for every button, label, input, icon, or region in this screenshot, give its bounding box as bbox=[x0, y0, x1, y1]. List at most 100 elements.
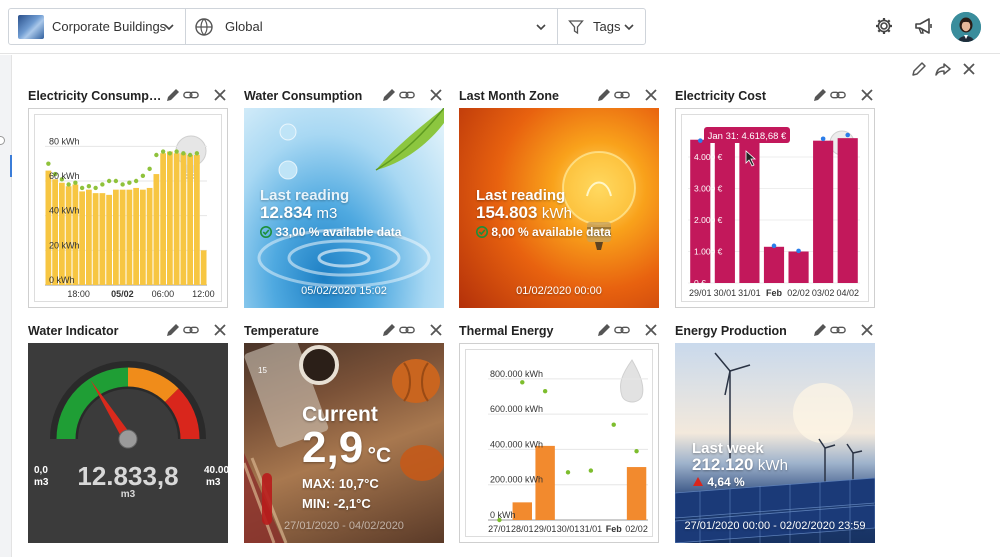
data-point bbox=[73, 180, 78, 185]
link-icon[interactable] bbox=[614, 322, 630, 338]
pencil-icon[interactable] bbox=[596, 87, 612, 103]
link-icon[interactable] bbox=[830, 322, 846, 338]
share-dashboard-icon[interactable] bbox=[935, 61, 951, 77]
bar bbox=[52, 179, 58, 285]
close-icon[interactable] bbox=[212, 87, 228, 103]
max-temperature: MAX: 10,7°C bbox=[302, 476, 379, 491]
widget-body[interactable]: Last week 212.120 kWh 4,64 % 27/01/2020 … bbox=[675, 343, 875, 543]
link-icon[interactable] bbox=[183, 322, 199, 338]
link-icon[interactable] bbox=[614, 87, 630, 103]
bar bbox=[173, 153, 180, 285]
data-point bbox=[820, 136, 826, 142]
bar bbox=[99, 193, 106, 285]
close-icon[interactable] bbox=[428, 87, 444, 103]
y-tick-label: 0 kWh bbox=[490, 510, 516, 520]
bar bbox=[72, 184, 79, 285]
close-icon[interactable] bbox=[859, 322, 875, 338]
y-tick-label: 20 kWh bbox=[49, 240, 80, 250]
pencil-icon[interactable] bbox=[812, 322, 828, 338]
x-tick-label: Feb bbox=[766, 288, 783, 298]
last-reading-label: Last reading bbox=[476, 187, 566, 204]
widget-body[interactable]: 15 Current 2,9 °C MAX: 10,7°C MIN: -2,1°… bbox=[244, 343, 444, 543]
y-tick-label: 2.000 € bbox=[694, 215, 723, 225]
data-point bbox=[100, 182, 105, 187]
data-point bbox=[194, 151, 200, 156]
data-point bbox=[140, 173, 146, 178]
tags-selector[interactable]: Tags bbox=[557, 8, 646, 45]
y-tick-label: 3.000 € bbox=[694, 184, 723, 194]
widget-body[interactable]: Last reading 12.834 m3 33,00 % available… bbox=[244, 108, 444, 308]
widget-body[interactable]: Last reading 154.803 kWh 8,00 % availabl… bbox=[459, 108, 659, 308]
data-point bbox=[46, 161, 51, 166]
pencil-icon[interactable] bbox=[165, 322, 181, 338]
link-icon[interactable] bbox=[183, 87, 199, 103]
pencil-icon[interactable] bbox=[381, 322, 397, 338]
close-icon[interactable] bbox=[643, 87, 659, 103]
pencil-icon[interactable] bbox=[381, 87, 397, 103]
data-point bbox=[66, 182, 71, 187]
close-dashboard-icon[interactable] bbox=[961, 61, 977, 77]
y-tick-label: 0 € bbox=[694, 278, 706, 288]
reading-date: 01/02/2020 00:00 bbox=[516, 285, 602, 297]
link-icon[interactable] bbox=[830, 87, 846, 103]
x-tick-label: 18:00 bbox=[67, 289, 90, 299]
rail-handle-icon[interactable] bbox=[0, 136, 5, 145]
x-tick-label: 02/02 bbox=[625, 524, 648, 534]
data-point bbox=[520, 380, 525, 385]
bar bbox=[180, 153, 187, 285]
bar bbox=[133, 187, 139, 285]
close-icon[interactable] bbox=[428, 322, 444, 338]
close-icon[interactable] bbox=[643, 322, 659, 338]
electricity-cost-chart[interactable]: € 0 €1.000 €2.000 €3.000 €4.000 € 29/013… bbox=[682, 115, 868, 301]
last-reading-label: Last reading bbox=[260, 187, 350, 204]
bar bbox=[626, 467, 647, 520]
chart-frame: 0 kWh 20 kWh 40 kWh 60 kWh 80 kWh 18:00 05/02… bbox=[34, 114, 222, 302]
temperature-date-range: 27/01/2020 - 04/02/2020 bbox=[284, 520, 404, 532]
y-tick-label: 600.000 kWh bbox=[490, 404, 543, 414]
pencil-icon[interactable] bbox=[812, 87, 828, 103]
pencil-icon[interactable] bbox=[165, 87, 181, 103]
reading-unit: m3 bbox=[316, 205, 338, 222]
edit-dashboard-pencil-icon[interactable] bbox=[911, 61, 927, 77]
production-date-range: 27/01/2020 00:00 - 02/02/2020 23:59 bbox=[684, 520, 866, 532]
scope-selector[interactable]: Global bbox=[185, 8, 558, 45]
data-point bbox=[127, 180, 132, 185]
user-avatar[interactable] bbox=[951, 12, 981, 42]
link-icon[interactable] bbox=[399, 322, 415, 338]
pencil-icon[interactable] bbox=[596, 322, 612, 338]
x-tick-label: 29/01 bbox=[534, 524, 557, 534]
electricity-consumption-chart[interactable]: 0 kWh 20 kWh 40 kWh 60 kWh 80 kWh 18:00 05/02… bbox=[35, 115, 221, 301]
close-icon[interactable] bbox=[212, 322, 228, 338]
reading-date: 05/02/2020 15:02 bbox=[301, 285, 387, 297]
bar bbox=[200, 250, 207, 285]
chart-frame: € 0 €1.000 €2.000 €3.000 €4.000 € 29/013… bbox=[681, 114, 869, 302]
top-bar: Corporate Buildings Global Tags bbox=[0, 0, 1000, 54]
warning-triangle-icon bbox=[693, 477, 703, 486]
bar bbox=[187, 155, 193, 285]
building-selector[interactable]: Corporate Buildings bbox=[8, 8, 186, 45]
x-tick-label: 31/01 bbox=[738, 288, 761, 298]
widget-body[interactable]: 0,0 m3 40.00 m3 12.833,8 m3 bbox=[28, 343, 228, 543]
close-icon[interactable] bbox=[859, 87, 875, 103]
gear-icon[interactable] bbox=[874, 16, 894, 36]
user-portrait bbox=[951, 12, 981, 42]
availability-row: 33,00 % available data bbox=[260, 225, 401, 239]
x-tick-label: 04/02 bbox=[836, 288, 859, 298]
reading-number: 12.834 bbox=[260, 203, 312, 222]
widget-title: Thermal Energy bbox=[459, 324, 554, 338]
data-point bbox=[771, 243, 777, 249]
reading-value: 12.834 m3 bbox=[260, 203, 337, 223]
link-icon[interactable] bbox=[399, 87, 415, 103]
x-tick-label: 30/01 bbox=[714, 288, 737, 298]
chevron-down-icon bbox=[624, 24, 634, 31]
x-tick-label: 12:00 bbox=[192, 289, 215, 299]
water-gauge: 0,0 m3 40.00 m3 12.833,8 m3 bbox=[34, 361, 228, 500]
data-point bbox=[174, 149, 179, 154]
megaphone-icon[interactable] bbox=[914, 16, 934, 36]
tags-selector-label: Tags bbox=[593, 19, 621, 34]
thermal-energy-chart[interactable]: 0 kWh 200.000 kWh 400.000 kWh 600.000 kWh 80… bbox=[466, 350, 652, 536]
x-tick-label: 29/01 bbox=[689, 288, 712, 298]
data-point bbox=[147, 166, 152, 172]
building-selector-label: Corporate Buildings bbox=[52, 19, 167, 34]
bar bbox=[167, 151, 173, 285]
